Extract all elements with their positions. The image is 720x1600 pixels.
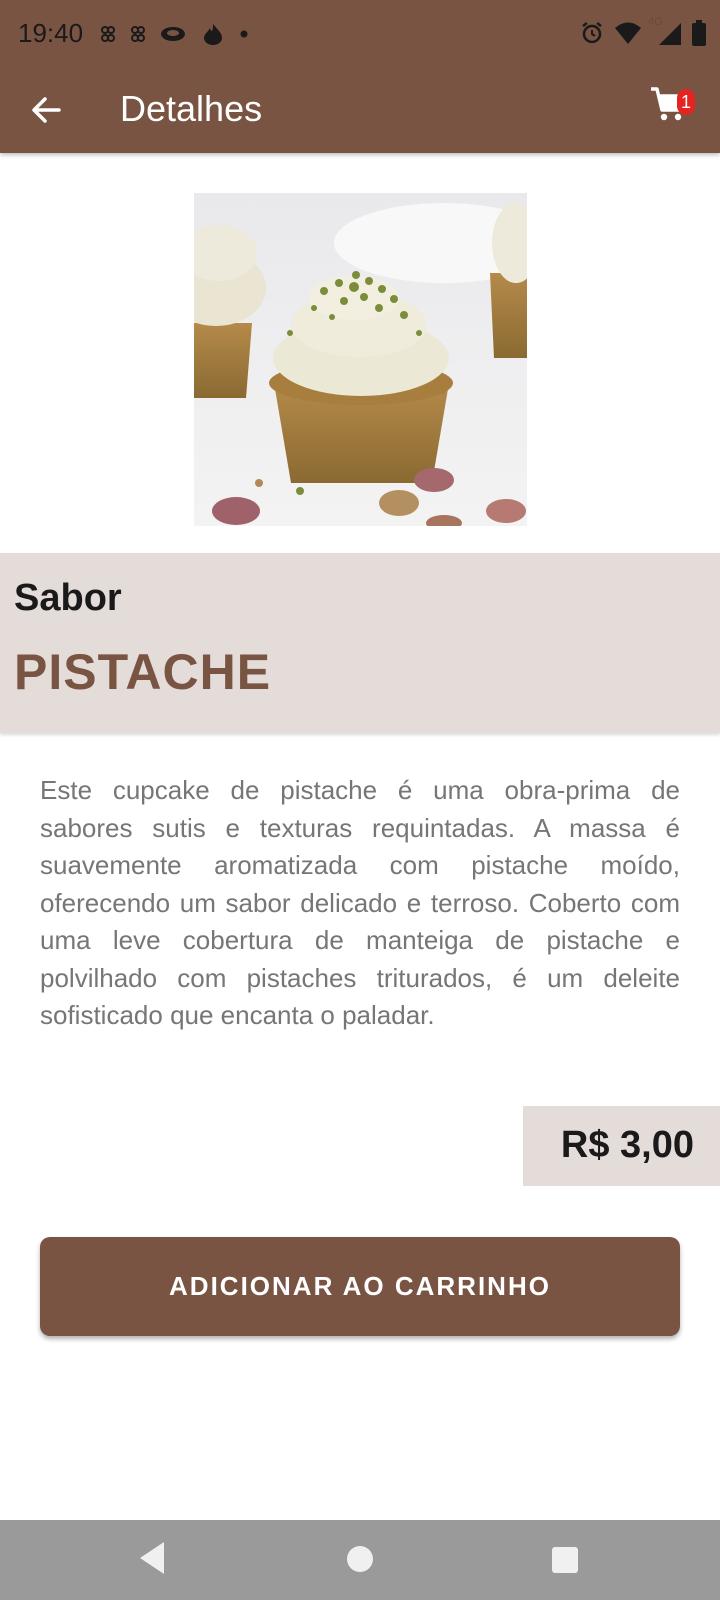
product-price: R$ 3,00 xyxy=(560,1124,694,1166)
pistachio-cupcake-photo xyxy=(166,193,554,531)
flavor-name: PISTACHE xyxy=(14,644,272,700)
nav-home-icon[interactable] xyxy=(347,1546,373,1572)
toolbar: Detalhes xyxy=(0,68,720,153)
price-box: R$ 3,00 xyxy=(523,1106,720,1186)
cellular-signal-icon xyxy=(659,23,681,45)
flavor-label: Sabor xyxy=(14,577,122,619)
system-icons: 4G xyxy=(580,16,706,48)
alarm-icon xyxy=(582,22,602,44)
status-bar: 19:40 4G xyxy=(0,0,720,68)
wifi-icon xyxy=(615,22,641,44)
arrow-left-icon xyxy=(32,97,61,123)
notification-icons xyxy=(100,22,248,46)
page-title: Detalhes xyxy=(120,88,263,129)
product-description: Este cupcake de pistache é uma obra-prim… xyxy=(40,775,680,1030)
add-to-cart-button[interactable]: ADICIONAR AO CARRINHO xyxy=(40,1237,680,1336)
nav-back-icon[interactable] xyxy=(138,1540,166,1576)
flame-icon xyxy=(204,24,222,45)
app-notification-icon xyxy=(131,26,145,42)
flavor-panel: Sabor PISTACHE xyxy=(0,553,720,733)
back-button[interactable] xyxy=(22,86,70,134)
product-image xyxy=(166,193,554,531)
battery-icon xyxy=(692,20,706,46)
app-bar: 19:40 4G Detalhes xyxy=(0,0,720,153)
app-notification-icon xyxy=(101,26,115,42)
nav-recents-icon[interactable] xyxy=(552,1547,578,1573)
dot-icon xyxy=(240,30,248,38)
cart-count-badge: 1 xyxy=(677,89,695,115)
signal-indicator: 4G xyxy=(648,16,682,46)
eye-icon xyxy=(161,27,185,41)
status-time: 19:40 xyxy=(18,18,84,48)
system-navigation-bar xyxy=(0,1520,720,1600)
